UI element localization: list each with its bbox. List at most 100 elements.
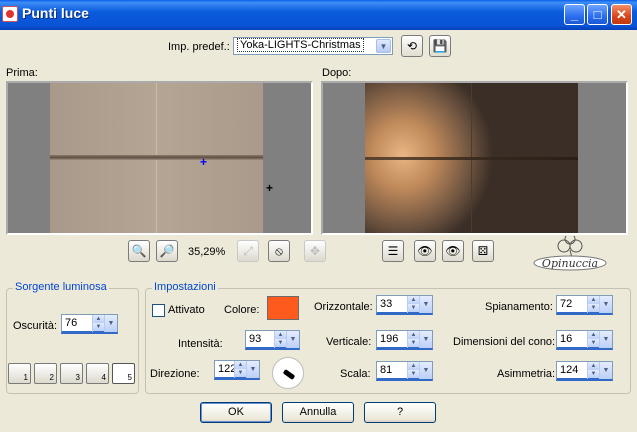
direction-input[interactable]: 122 ▲ ▼ ▼ <box>214 360 260 380</box>
chevron-down-icon[interactable]: ▼ <box>599 331 612 348</box>
light-4-button[interactable]: 4 <box>86 363 109 384</box>
chevron-down-icon[interactable]: ▼ <box>246 361 259 378</box>
zoom-out-icon: 🔍 <box>131 244 147 258</box>
horizontal-value: 33 <box>380 298 393 310</box>
cone-size-value: 16 <box>560 333 573 345</box>
spin-down-icon[interactable]: ▼ <box>408 370 419 378</box>
after-image <box>365 83 578 233</box>
preset-label: Imp. predef.: <box>168 41 230 53</box>
fit-window-icon: ⤢ <box>243 244 253 258</box>
preview-options-button[interactable]: ☰ <box>382 240 404 262</box>
chevron-down-icon[interactable]: ▼ <box>599 362 612 379</box>
enabled-checkbox[interactable] <box>152 304 165 317</box>
watermark-logo: Opinuccia <box>530 233 610 272</box>
zoom-out-button[interactable]: 🔍 <box>128 240 150 262</box>
undo-arrow-icon: ⟲ <box>406 39 418 53</box>
zoom-in-icon: 🔎 <box>159 244 175 258</box>
asymmetry-value: 124 <box>560 364 579 376</box>
flattening-value: 72 <box>560 298 573 310</box>
window-title: Punti luce <box>22 5 89 21</box>
close-button[interactable]: ✕ <box>611 4 632 25</box>
after-preview <box>321 81 628 235</box>
move-icon: ✥ <box>309 244 321 258</box>
vertical-input[interactable]: 196 ▲ ▼ ▼ <box>376 330 433 350</box>
vertical-label: Verticale: <box>326 336 372 348</box>
vertical-value: 196 <box>380 333 399 345</box>
spin-down-icon[interactable]: ▼ <box>275 339 286 347</box>
light-position-marker-icon[interactable]: + <box>200 155 207 169</box>
enabled-label: Attivato <box>168 304 205 316</box>
ok-button[interactable]: OK <box>200 402 272 423</box>
spin-down-icon[interactable]: ▼ <box>408 339 419 347</box>
spin-down-icon[interactable]: ▼ <box>93 323 104 331</box>
help-button[interactable]: ? <box>364 402 436 423</box>
horizontal-label: Orizzontale: <box>314 301 373 313</box>
app-icon <box>2 6 18 22</box>
asymmetry-input[interactable]: 124 ▲ ▼ ▼ <box>556 361 613 381</box>
proof-button[interactable]: 👁 <box>414 240 436 262</box>
flattening-input[interactable]: 72 ▲ ▼ ▼ <box>556 295 613 315</box>
spin-down-icon[interactable]: ▼ <box>588 304 599 312</box>
preset-save-button[interactable]: 💾 <box>429 35 451 57</box>
spin-up-icon[interactable]: ▲ <box>408 331 419 339</box>
color-swatch[interactable] <box>267 296 299 320</box>
chevron-down-icon[interactable]: ▼ <box>419 362 432 379</box>
before-preview[interactable]: + + <box>6 81 313 235</box>
intensity-value: 93 <box>249 333 262 345</box>
intensity-label: Intensità: <box>178 338 223 350</box>
light-2-button[interactable]: 2 <box>34 363 57 384</box>
auto-proof-button[interactable]: 👁 <box>442 240 464 262</box>
light-source-legend: Sorgente luminosa <box>13 281 109 293</box>
scale-value: 81 <box>380 364 393 376</box>
chevron-down-icon[interactable]: ▼ <box>599 296 612 313</box>
asymmetry-label: Asimmetria: <box>497 368 556 380</box>
light-marker-icon[interactable]: + <box>266 181 273 195</box>
cone-size-input[interactable]: 16 ▲ ▼ ▼ <box>556 330 613 350</box>
darkness-value: 76 <box>65 317 78 329</box>
chevron-down-icon[interactable]: ▼ <box>286 331 299 348</box>
spin-up-icon[interactable]: ▲ <box>408 296 419 304</box>
zoom-fit-button[interactable]: ⤢ <box>237 240 259 262</box>
spin-up-icon[interactable]: ▲ <box>588 296 599 304</box>
preset-reset-button[interactable]: ⟲ <box>401 35 423 57</box>
direction-dial[interactable] <box>272 357 304 389</box>
zoom-level: 35,29% <box>188 246 226 258</box>
spin-up-icon[interactable]: ▲ <box>588 331 599 339</box>
save-disk-icon: 💾 <box>432 39 448 53</box>
minimize-button[interactable]: _ <box>564 4 585 25</box>
eye-icon: 👁 <box>445 244 461 258</box>
spin-up-icon[interactable]: ▲ <box>408 362 419 370</box>
light-5-button[interactable]: 5 <box>112 363 135 384</box>
before-label: Prima: <box>6 67 38 79</box>
direction-label: Direzione: <box>150 368 200 380</box>
title-bar: Punti luce _ □ ✕ <box>0 0 637 30</box>
preset-select[interactable]: Yoka-LIGHTS-Christmas ▼ <box>233 37 393 55</box>
light-1-button[interactable]: 1 <box>8 363 31 384</box>
spin-up-icon[interactable]: ▲ <box>93 315 104 323</box>
spin-up-icon[interactable]: ▲ <box>588 362 599 370</box>
spin-up-icon[interactable]: ▲ <box>275 331 286 339</box>
light-3-button[interactable]: 3 <box>60 363 83 384</box>
chevron-down-icon[interactable]: ▼ <box>419 331 432 348</box>
darkness-input[interactable]: 76 ▲ ▼ ▼ <box>61 314 118 334</box>
scale-input[interactable]: 81 ▲ ▼ ▼ <box>376 361 433 381</box>
zoom-in-button[interactable]: 🔎 <box>156 240 178 262</box>
cancel-button[interactable]: Annulla <box>282 402 354 423</box>
chevron-down-icon[interactable]: ▼ <box>419 296 432 313</box>
settings-legend: Impostazioni <box>152 281 218 293</box>
spin-up-icon[interactable]: ▲ <box>235 361 246 369</box>
randomize-button[interactable]: ⚄ <box>472 240 494 262</box>
scale-label: Scala: <box>340 368 371 380</box>
chevron-down-icon[interactable]: ▼ <box>376 39 391 53</box>
zoom-actual-button[interactable]: ⦸ <box>268 240 290 262</box>
spin-down-icon[interactable]: ▼ <box>588 370 599 378</box>
chevron-down-icon[interactable]: ▼ <box>104 315 117 332</box>
spin-down-icon[interactable]: ▼ <box>235 369 246 377</box>
horizontal-input[interactable]: 33 ▲ ▼ ▼ <box>376 295 433 315</box>
spin-down-icon[interactable]: ▼ <box>588 339 599 347</box>
pan-button[interactable]: ✥ <box>304 240 326 262</box>
spin-down-icon[interactable]: ▼ <box>408 304 419 312</box>
intensity-input[interactable]: 93 ▲ ▼ ▼ <box>245 330 300 350</box>
cone-size-label: Dimensioni del cono: <box>453 336 556 348</box>
maximize-button[interactable]: □ <box>587 4 608 25</box>
